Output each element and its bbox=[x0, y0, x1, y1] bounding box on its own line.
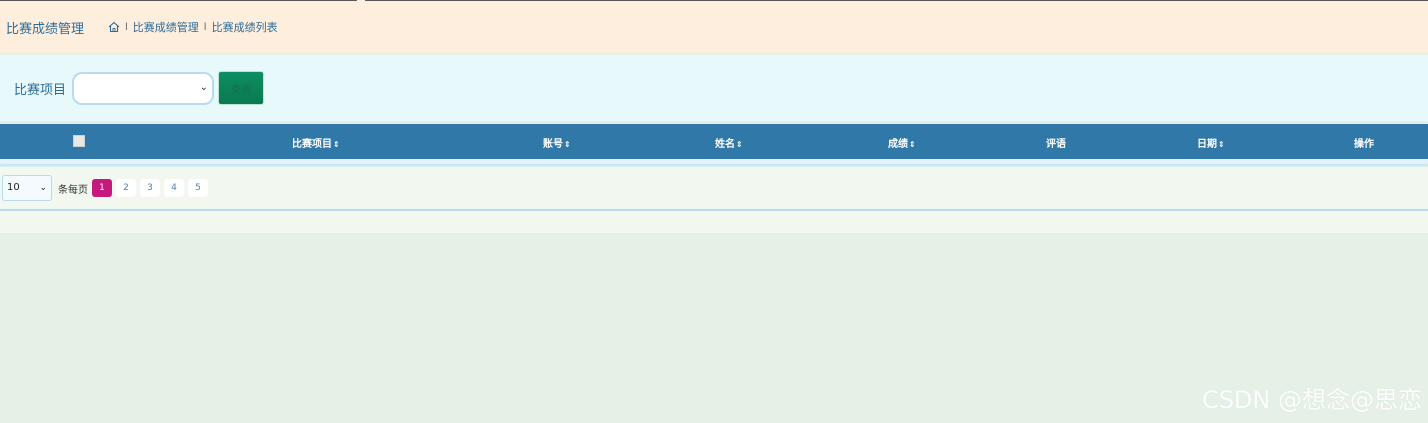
column-header-account[interactable]: 账号⇕ bbox=[543, 135, 571, 150]
watermark: CSDN @想念@思恋 bbox=[1201, 386, 1422, 414]
chevron-down-icon: ⌄ bbox=[39, 183, 47, 193]
breadcrumb-separator: l bbox=[203, 21, 207, 33]
breadcrumb-item-score-management[interactable]: 比赛成绩管理 bbox=[133, 19, 199, 35]
column-header-actions: 操作 bbox=[1354, 139, 1374, 150]
select-all-checkbox[interactable] bbox=[73, 135, 85, 147]
page-button-3[interactable]: 3 bbox=[140, 179, 160, 197]
sort-icon[interactable]: ⇕ bbox=[333, 140, 340, 149]
column-header-score[interactable]: 成绩⇕ bbox=[888, 135, 916, 150]
page-header: 比赛成绩管理 l 比赛成绩管理 l 比赛成绩列表 bbox=[0, 1, 1428, 53]
column-header-competition-item[interactable]: 比赛项目⇕ bbox=[292, 135, 340, 150]
page-size-select[interactable]: 10 ⌄ bbox=[2, 175, 52, 201]
column-header-date[interactable]: 日期⇕ bbox=[1197, 135, 1225, 150]
page-title: 比赛成绩管理 bbox=[6, 21, 85, 37]
column-header-comment: 评语 bbox=[1046, 139, 1066, 150]
page-button-5[interactable]: 5 bbox=[188, 179, 208, 197]
sort-icon[interactable]: ⇕ bbox=[564, 140, 571, 149]
page-button-2[interactable]: 2 bbox=[116, 179, 136, 197]
chevron-down-icon: ⌄ bbox=[199, 81, 209, 93]
pagination: 10 ⌄ 条每页 1 2 3 4 5 bbox=[0, 167, 1428, 211]
page-button-1[interactable]: 1 bbox=[92, 179, 112, 197]
table-body bbox=[0, 159, 1428, 164]
competition-item-label: 比赛项目 bbox=[14, 82, 67, 98]
per-page-label: 条每页 bbox=[58, 184, 88, 196]
home-icon[interactable] bbox=[108, 21, 120, 33]
footer-strip bbox=[0, 211, 1428, 233]
sort-icon[interactable]: ⇕ bbox=[1218, 140, 1225, 149]
search-bar: 比赛项目 ⌄ 查询 bbox=[0, 55, 1428, 121]
search-button[interactable]: 查询 bbox=[218, 71, 265, 105]
breadcrumb: l 比赛成绩管理 l 比赛成绩列表 bbox=[108, 19, 278, 35]
page-button-4[interactable]: 4 bbox=[164, 179, 184, 197]
score-table: 比赛项目⇕ 账号⇕ 姓名⇕ 成绩⇕ 评语 日期⇕ 操作 bbox=[0, 124, 1428, 164]
breadcrumb-item-score-list: 比赛成绩列表 bbox=[211, 21, 278, 34]
table-header: 比赛项目⇕ 账号⇕ 姓名⇕ 成绩⇕ 评语 日期⇕ 操作 bbox=[0, 124, 1428, 159]
page-list: 1 2 3 4 5 bbox=[92, 179, 212, 197]
sort-icon[interactable]: ⇕ bbox=[909, 140, 916, 149]
page-size-value: 10 bbox=[7, 182, 20, 193]
column-header-name[interactable]: 姓名⇕ bbox=[715, 135, 743, 150]
sort-icon[interactable]: ⇕ bbox=[736, 140, 743, 149]
breadcrumb-separator: l bbox=[125, 21, 128, 33]
competition-item-select[interactable]: ⌄ bbox=[72, 71, 215, 105]
